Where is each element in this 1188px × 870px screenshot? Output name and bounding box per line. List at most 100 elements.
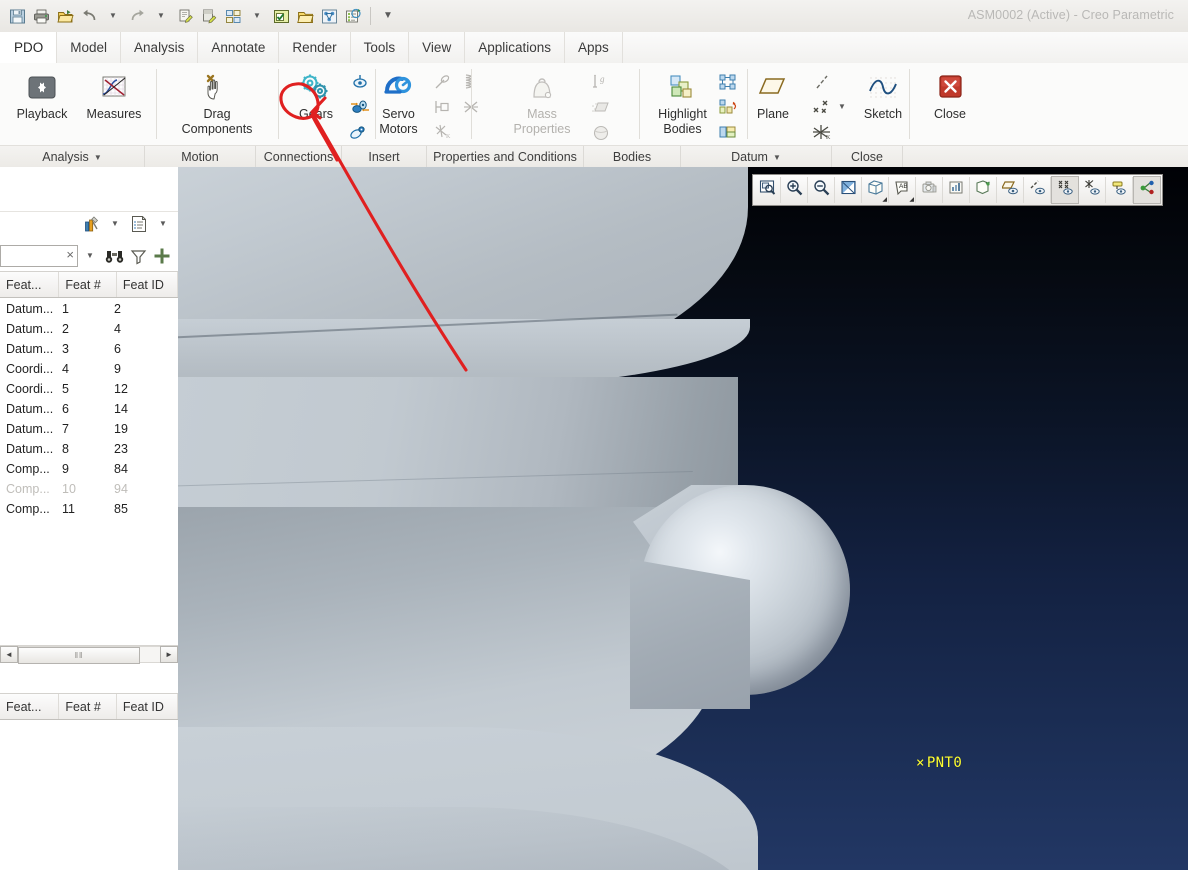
ribbon-group-label-insert[interactable]: Insert xyxy=(342,146,427,168)
dropdown-caret-icon[interactable]: ◢ xyxy=(909,196,914,203)
refit-zoom-button[interactable] xyxy=(754,177,781,203)
menu-tab-model[interactable]: Model xyxy=(57,32,122,63)
column-header-feat_num[interactable]: Feat # xyxy=(59,694,117,719)
ribbon-group-label-properties_conditions[interactable]: Properties and Conditions xyxy=(427,146,584,168)
zoom-in-button[interactable] xyxy=(781,177,808,203)
model-tree-row[interactable]: Comp... 9 84 xyxy=(0,459,178,479)
axis-display-button[interactable] xyxy=(1024,177,1051,203)
model-tree-row[interactable]: Coordi... 4 9 xyxy=(0,359,178,379)
model-tree-row[interactable]: Comp... 10 94 xyxy=(0,479,178,499)
hscroll-track[interactable]: ‖‖ xyxy=(18,646,160,664)
coord-system-icon[interactable]: K xyxy=(809,120,835,144)
annotation-toggle-button[interactable] xyxy=(1106,177,1133,203)
hscroll-right-arrow[interactable]: ► xyxy=(160,646,178,663)
spin-center-button[interactable] xyxy=(1133,176,1161,204)
close-button[interactable]: Close xyxy=(914,66,986,122)
plus-add-icon[interactable] xyxy=(150,244,174,268)
ribbon-group-label-analysis[interactable]: Analysis ▼ xyxy=(0,146,145,168)
settings-tools-icon[interactable] xyxy=(80,214,102,235)
save-icon[interactable] xyxy=(6,4,28,28)
dropdown-caret-icon[interactable]: ◢ xyxy=(882,196,887,203)
qat-customize-icon[interactable]: ▼ xyxy=(377,4,399,28)
model-tree-row[interactable]: Datum... 7 19 xyxy=(0,419,178,439)
menu-tab-tools[interactable]: Tools xyxy=(351,32,410,63)
ribbon-group-label-close[interactable]: Close xyxy=(832,146,903,168)
menu-tab-analysis[interactable]: Analysis xyxy=(121,32,199,63)
playback-button[interactable]: Playback xyxy=(6,66,78,122)
menu-tab-applications[interactable]: Applications xyxy=(465,32,565,63)
column-header-feat_id[interactable]: Feat ID xyxy=(117,272,178,297)
column-header-feat_name[interactable]: Feat... xyxy=(0,272,60,297)
column-header-feat_id[interactable]: Feat ID xyxy=(117,694,178,719)
menu-tab-view[interactable]: View xyxy=(409,32,466,63)
datum-point-icon[interactable] xyxy=(809,95,835,119)
ribbon-group-dropdown-icon[interactable]: ▼ xyxy=(773,153,781,162)
regenerate-icon[interactable] xyxy=(174,4,196,28)
datum-axis-icon[interactable] xyxy=(809,70,835,94)
column-header-feat_num[interactable]: Feat # xyxy=(59,272,117,297)
model-tree-row[interactable]: Comp... 11 85 xyxy=(0,499,178,519)
point-display-button[interactable] xyxy=(1051,176,1079,204)
csys-display-button[interactable] xyxy=(1079,177,1106,203)
menu-tab-apps[interactable]: Apps xyxy=(565,32,623,63)
plane-button[interactable]: Plane xyxy=(737,66,809,122)
model-tree-hscrollbar[interactable]: ◄ ‖‖ ► xyxy=(0,645,178,664)
window-switch-icon[interactable] xyxy=(222,4,244,28)
display-list-icon[interactable] xyxy=(128,214,150,235)
window-switch-dropdown-icon[interactable]: ▼ xyxy=(246,4,268,28)
open-icon[interactable] xyxy=(54,4,76,28)
ribbon-group-label-connections[interactable]: Connections xyxy=(256,146,342,168)
redo-dropdown-icon[interactable]: ▼ xyxy=(150,4,172,28)
display-style-button[interactable]: ◢ xyxy=(862,177,889,203)
gears-button[interactable]: Gears xyxy=(280,66,347,122)
search-input-box[interactable]: × xyxy=(0,245,78,267)
graphics-viewport[interactable]: ×PNT0 野火论坛 www.proewildfire.cn xyxy=(178,167,1188,870)
search-dropdown-icon[interactable]: ▼ xyxy=(78,244,102,268)
model-tree-row[interactable]: Datum... 2 4 xyxy=(0,319,178,339)
binoculars-find-icon[interactable] xyxy=(102,244,126,268)
model-tree-row[interactable]: Datum... 8 23 xyxy=(0,439,178,459)
servo-motors-button[interactable]: Servo Motors xyxy=(363,66,430,137)
undo-icon[interactable] xyxy=(78,4,100,28)
menu-tab-annotate[interactable]: Annotate xyxy=(198,32,280,63)
undo-dropdown-icon[interactable]: ▼ xyxy=(102,4,124,28)
redo-icon[interactable] xyxy=(126,4,148,28)
column-header-feat_name[interactable]: Feat... xyxy=(0,694,60,719)
hscroll-left-arrow[interactable]: ◄ xyxy=(0,646,18,663)
menu-tab-render[interactable]: Render xyxy=(279,32,351,63)
model-tree-row[interactable]: Datum... 3 6 xyxy=(0,339,178,359)
relations-icon[interactable] xyxy=(318,4,340,28)
zoom-out-button[interactable] xyxy=(808,177,835,203)
repaint-button[interactable] xyxy=(835,177,862,203)
display-dropdown-icon[interactable]: ▼ xyxy=(152,214,174,235)
body-list-icon[interactable] xyxy=(715,120,741,144)
annotation-display-button[interactable]: AB ◢ xyxy=(889,177,916,203)
select-items-icon[interactable] xyxy=(270,4,292,28)
ribbon-group-dropdown-icon[interactable]: ▼ xyxy=(94,153,102,162)
menu-tab-pdo[interactable]: PDO xyxy=(0,32,58,63)
funnel-filter-icon[interactable] xyxy=(126,244,150,268)
clear-search-icon[interactable]: × xyxy=(66,248,74,262)
plane-display-button[interactable] xyxy=(997,177,1024,203)
search-input[interactable] xyxy=(1,247,63,265)
appearance-gallery-button[interactable] xyxy=(970,177,997,203)
saved-orientations-button[interactable] xyxy=(916,177,943,203)
mass-properties-button[interactable]: Mass Properties xyxy=(496,66,588,137)
print-icon[interactable] xyxy=(30,4,52,28)
ribbon-group-label-bodies[interactable]: Bodies xyxy=(584,146,681,168)
open-folder-icon[interactable] xyxy=(294,4,316,28)
measures-button[interactable]: Measures xyxy=(78,66,150,122)
settings-dropdown-icon[interactable]: ▼ xyxy=(104,214,126,235)
parameters-icon[interactable] xyxy=(342,4,364,28)
ribbon-group-label-datum[interactable]: Datum ▼ xyxy=(681,146,832,168)
drag-components-button[interactable]: Drag Components xyxy=(171,66,263,137)
highlight-bodies-button[interactable]: Highlight Bodies xyxy=(645,66,715,137)
model-tree-row[interactable]: Coordi... 5 12 xyxy=(0,379,178,399)
model-tree-row[interactable]: Datum... 1 2 xyxy=(0,299,178,319)
model-tree-row[interactable]: Datum... 6 14 xyxy=(0,399,178,419)
regenerate-auto-icon[interactable] xyxy=(198,4,220,28)
hscroll-thumb[interactable]: ‖‖ xyxy=(18,647,140,664)
chevron-down-icon[interactable]: ▼ xyxy=(837,103,847,111)
view-manager-button[interactable] xyxy=(943,177,970,203)
ribbon-group-label-motion[interactable]: Motion xyxy=(145,146,256,168)
